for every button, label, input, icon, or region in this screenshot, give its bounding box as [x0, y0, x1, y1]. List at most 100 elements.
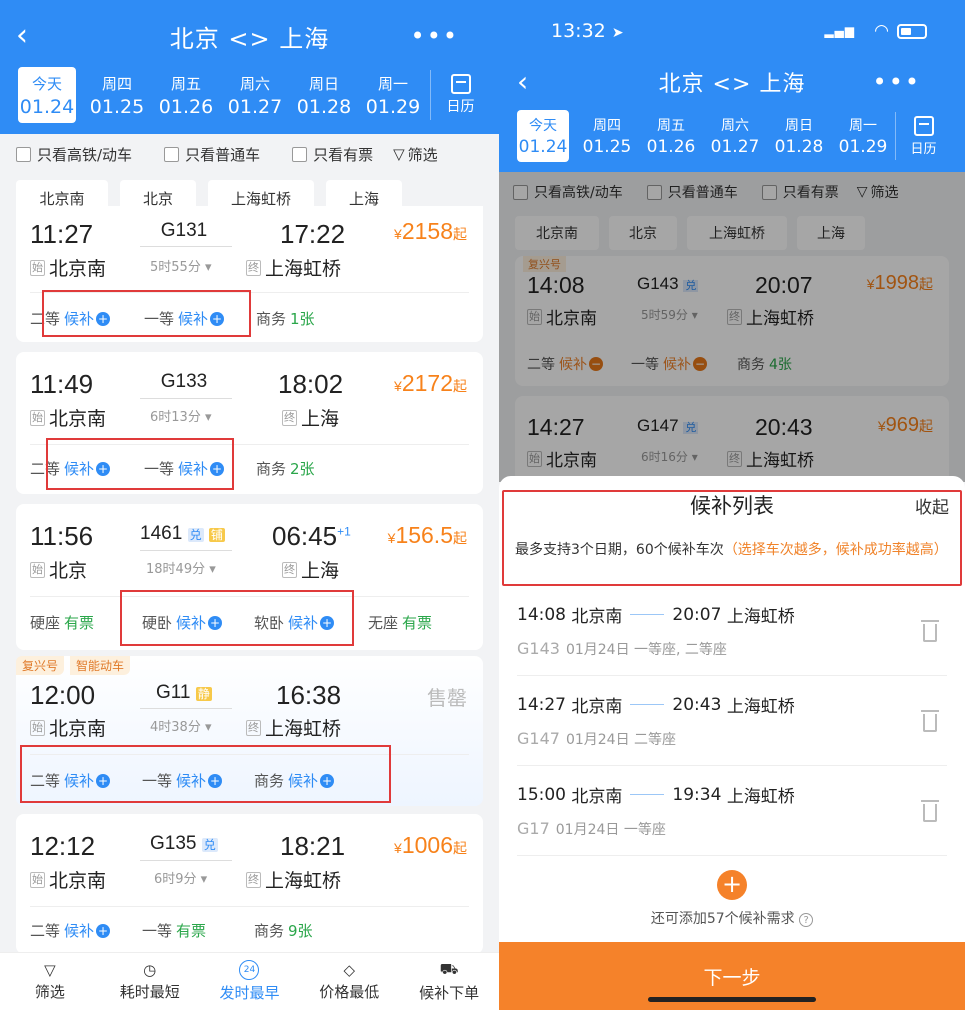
train-number: G131: [160, 220, 208, 241]
waitlist-item: 15:00 北京南 19:34 上海虹桥 G17 01月24日 一等座: [517, 782, 947, 856]
route-line: [140, 860, 232, 861]
filter-button[interactable]: ▽ 筛选: [393, 144, 438, 165]
destination-station: 终上海: [282, 408, 340, 430]
date-tab[interactable]: 周一 01.29: [364, 67, 422, 123]
departure-time: 11:56: [30, 521, 94, 551]
funnel-icon: ▽: [393, 145, 405, 163]
more-icon[interactable]: •••: [411, 22, 459, 50]
date-tab[interactable]: 周五 01.26: [645, 110, 697, 162]
modal-backdrop[interactable]: [499, 172, 965, 482]
checkbox[interactable]: [16, 146, 31, 162]
filter-highspeed[interactable]: 只看高铁/动车: [16, 144, 132, 165]
highlight-box: [20, 745, 391, 803]
calendar-button[interactable]: 日历: [895, 112, 951, 160]
page-title: 北京 <> 上海: [658, 72, 806, 97]
price-tag-icon: ◇: [343, 961, 356, 979]
divider: [30, 906, 469, 907]
filter-normal[interactable]: 只看普通车: [164, 144, 260, 165]
arrival-time: 06:45+1: [272, 521, 351, 551]
date-tab[interactable]: 周四 01.25: [581, 110, 633, 162]
price: ¥2158起: [394, 218, 467, 244]
checkbox[interactable]: [164, 146, 180, 162]
24h-icon: 24: [239, 960, 260, 980]
page-title: 北京 <> 上海: [169, 24, 330, 53]
origin-station: 始北京南: [30, 870, 107, 892]
more-icon[interactable]: •••: [873, 68, 921, 96]
destination-station: 终上海虹桥: [246, 258, 342, 280]
arrow-icon: [630, 794, 665, 795]
filter-bar: 只看高铁/动车 只看普通车 只看有票 ▽ 筛选: [0, 140, 499, 168]
back-icon[interactable]: ‹: [517, 68, 528, 96]
seat-option[interactable]: 一等 有票: [142, 920, 254, 941]
add-waitlist-button[interactable]: +: [717, 870, 747, 900]
destination-station: 终上海虹桥: [246, 870, 342, 892]
plus-icon: +: [96, 923, 111, 938]
date-tab[interactable]: 周六 01.27: [709, 110, 761, 162]
train-number: G133: [160, 371, 208, 392]
duration[interactable]: 5时55分 ▾: [150, 256, 212, 275]
nav-waitlist-order[interactable]: ⛟ 候补下单: [399, 953, 499, 1010]
date-tab[interactable]: 今天 01.24: [517, 110, 569, 162]
route-line: [140, 550, 232, 551]
duration[interactable]: 4时38分 ▾: [150, 716, 212, 735]
origin-station: 始北京南: [30, 408, 107, 430]
add-hint: 还可添加57个候补需求 ?: [499, 908, 965, 928]
nav-filter[interactable]: ▽ 筛选: [0, 953, 100, 1010]
date-tab[interactable]: 周日 01.28: [295, 67, 353, 123]
departure-time: 11:49: [30, 369, 94, 399]
departure-time: 12:12: [30, 831, 96, 861]
checkbox[interactable]: [292, 146, 308, 162]
duration[interactable]: 6时13分 ▾: [150, 406, 212, 425]
train-number: 1461 兑 铺: [140, 523, 225, 544]
highlight-box: [502, 490, 962, 586]
date-tab[interactable]: 周四 01.25: [88, 67, 146, 123]
trash-icon[interactable]: [921, 710, 939, 732]
duration[interactable]: 18时49分 ▾: [146, 558, 216, 577]
origin-station: 始北京: [30, 560, 88, 582]
status-bar: 13:32 ➤ ▂▄▆ ◠: [499, 0, 965, 62]
seat-option[interactable]: 二等 候补 +: [30, 920, 142, 941]
right-screen: 13:32 ➤ ▂▄▆ ◠ ‹ 北京 <> 上海 ••• 今天 01.24 周四 0…: [499, 0, 965, 1010]
arrival-time: 18:21: [280, 831, 346, 861]
date-tab[interactable]: 周五 01.26: [157, 67, 215, 123]
arrival-time: 16:38: [276, 680, 342, 710]
departure-time: 11:27: [30, 219, 94, 249]
nav-earliest[interactable]: 24 发时最早: [200, 953, 300, 1010]
date-tab[interactable]: 周六 01.27: [226, 67, 284, 123]
destination-station: 终上海虹桥: [246, 718, 342, 740]
filter-available[interactable]: 只看有票: [292, 144, 373, 165]
left-screen: ‹ 北京 <> 上海 ••• 今天 01.24 周四 01.25 周五 01.26 周…: [0, 0, 499, 1010]
date-tab[interactable]: 今天 01.24: [18, 67, 76, 123]
seat-option[interactable]: 商务 1张: [256, 308, 315, 329]
train-card[interactable]: 12:12 G135 兑 18:21 ¥1006起 始北京南 6时9分 ▾ 终上…: [16, 814, 483, 954]
help-icon[interactable]: ?: [799, 913, 814, 927]
duration[interactable]: 6时9分 ▾: [154, 868, 207, 887]
trash-icon[interactable]: [921, 800, 939, 822]
trash-icon[interactable]: [921, 620, 939, 642]
home-indicator: [648, 997, 816, 1002]
date-selector: 今天 01.24 周四 01.25 周五 01.26 周六 01.27 周日 01.28 …: [0, 66, 499, 124]
date-tab[interactable]: 周一 01.29: [837, 110, 889, 162]
train-tags: 复兴号 智能动车: [16, 656, 131, 675]
calendar-button[interactable]: 日历: [430, 70, 490, 120]
calendar-icon: [450, 74, 471, 94]
waitlist-item: 14:27 北京南 20:43 上海虹桥 G147 01月24日 二等座: [517, 692, 947, 766]
date-selector: 今天 01.24 周四 01.25 周五 01.26 周六 01.27 周日 01.28 …: [499, 108, 965, 164]
nav-shortest[interactable]: ◷ 耗时最短: [100, 953, 200, 1010]
route-line: [140, 708, 232, 709]
cart-icon: ⛟: [439, 960, 459, 978]
highlight-box: [42, 290, 251, 337]
seat-option[interactable]: 无座 有票: [368, 612, 432, 633]
date-tab[interactable]: 周日 01.28: [773, 110, 825, 162]
price: ¥156.5起: [387, 522, 467, 548]
seat-option[interactable]: 商务 2张: [256, 458, 315, 479]
route-line: [140, 246, 232, 247]
waitlist-item: 14:08 北京南 20:07 上海虹桥 G143 01月24日 一等座, 二等座: [517, 602, 947, 676]
nav-cheapest[interactable]: ◇ 价格最低: [299, 953, 399, 1010]
origin-station: 始北京南: [30, 258, 107, 280]
departure-time: 12:00: [30, 680, 96, 710]
signal-icon: ▂▄▆: [824, 24, 855, 38]
arrival-time: 18:02: [278, 369, 344, 399]
seat-option[interactable]: 商务 9张: [254, 920, 313, 941]
back-icon[interactable]: ‹: [16, 21, 28, 51]
